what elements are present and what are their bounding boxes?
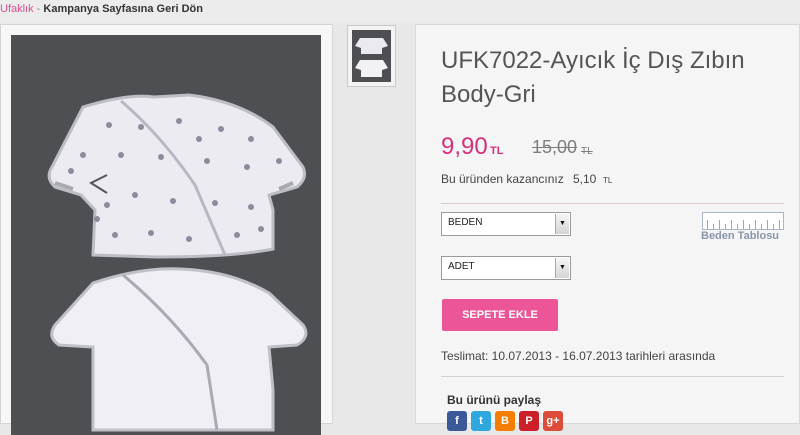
- facebook-icon[interactable]: f: [447, 411, 467, 431]
- add-to-cart-button[interactable]: SEPETE EKLE: [442, 299, 558, 331]
- quantity-select[interactable]: ADET ▼: [441, 256, 571, 280]
- product-thumbnail[interactable]: [347, 25, 396, 87]
- twitter-icon[interactable]: t: [471, 411, 491, 431]
- savings-label: Bu üründen kazancınız: [441, 172, 564, 186]
- savings-value: 5,10: [573, 172, 597, 186]
- thumbnail-image: [352, 30, 391, 82]
- breadcrumb: Ufaklık - Kampanya Sayfasına Geri Dön: [0, 0, 800, 22]
- size-select-value: BEDEN: [448, 217, 483, 228]
- delivery-info: Teslimat: 10.07.2013 - 16.07.2013 tarihl…: [441, 349, 716, 363]
- google-plus-icon[interactable]: g+: [543, 411, 563, 431]
- current-price: 9,90: [441, 133, 488, 160]
- ruler-icon[interactable]: [702, 212, 784, 230]
- old-price-currency: TL: [581, 146, 593, 157]
- breadcrumb-brand-link[interactable]: Ufaklık: [0, 3, 34, 15]
- main-product-image[interactable]: [11, 35, 321, 435]
- chevron-down-icon[interactable]: ▼: [555, 258, 569, 278]
- savings-currency: TL: [603, 176, 613, 185]
- product-title: UFK7022-Ayıcık İç Dış Zıbın Body-Gri: [441, 47, 745, 108]
- blogger-icon[interactable]: B: [495, 411, 515, 431]
- size-chart-link[interactable]: Beden Tablosu: [701, 230, 779, 242]
- old-price: 15,00: [532, 137, 578, 157]
- bottom-garment-shape: [50, 267, 308, 432]
- chevron-down-icon[interactable]: ▼: [555, 214, 569, 234]
- pinterest-icon[interactable]: P: [519, 411, 539, 431]
- quantity-select-value: ADET: [448, 261, 475, 272]
- back-to-campaign-link[interactable]: Kampanya Sayfasına Geri Dön: [43, 3, 203, 15]
- product-gallery: [0, 24, 333, 435]
- divider: [441, 203, 784, 204]
- divider: [441, 376, 784, 377]
- current-price-currency: TL: [490, 145, 504, 157]
- breadcrumb-separator: -: [33, 3, 44, 15]
- size-select[interactable]: BEDEN ▼: [441, 212, 571, 236]
- share-label: Bu ürünü paylaş: [447, 393, 542, 407]
